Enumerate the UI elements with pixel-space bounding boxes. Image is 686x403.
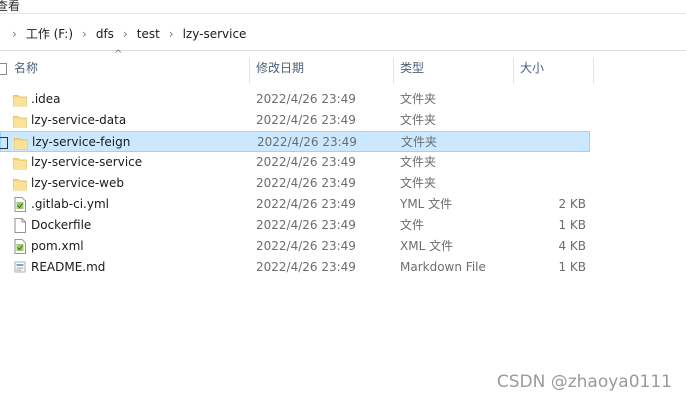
- column-header-row: ^ 名称 修改日期 类型 大小: [0, 49, 686, 85]
- file-size: 4 KB: [558, 239, 586, 253]
- ribbon-tab-fragment[interactable]: 查看: [0, 0, 20, 14]
- file-modified: 2022/4/26 23:49: [256, 197, 356, 211]
- file-row[interactable]: lzy-service-data 2022/4/26 23:49 文件夹: [0, 110, 590, 131]
- file-type: 文件夹: [401, 135, 438, 149]
- folder-icon: [13, 113, 27, 128]
- file-row[interactable]: pom.xml 2022/4/26 23:49 XML 文件 4 KB: [0, 236, 590, 257]
- generic-file-icon: [13, 218, 27, 233]
- file-modified: 2022/4/26 23:49: [256, 155, 356, 169]
- column-divider[interactable]: [593, 58, 594, 84]
- file-modified: 2022/4/26 23:49: [257, 135, 357, 149]
- column-divider[interactable]: [513, 58, 514, 84]
- file-row[interactable]: lzy-service-web 2022/4/26 23:49 文件夹: [0, 173, 590, 194]
- file-row[interactable]: .idea 2022/4/26 23:49 文件夹: [0, 89, 590, 110]
- file-type: 文件夹: [400, 113, 437, 127]
- file-type: Markdown File: [400, 260, 486, 274]
- file-modified: 2022/4/26 23:49: [256, 218, 356, 232]
- file-row[interactable]: lzy-service-service 2022/4/26 23:49 文件夹: [0, 152, 590, 173]
- breadcrumb-lzy-service[interactable]: lzy-service: [183, 27, 247, 41]
- address-bar[interactable]: i › 工作 (F:) › dfs › test › lzy-service: [0, 14, 686, 51]
- file-name: README.md: [31, 260, 106, 274]
- markdown-file-icon: [13, 260, 27, 275]
- ribbon-strip: 查看: [0, 0, 686, 14]
- breadcrumb: › 工作 (F:) › dfs › test › lzy-service: [12, 25, 246, 42]
- file-name: lzy-service-feign: [32, 135, 131, 149]
- breadcrumb-drive[interactable]: 工作 (F:): [26, 25, 73, 42]
- select-all-checkbox[interactable]: [0, 63, 7, 75]
- file-name: pom.xml: [31, 239, 84, 253]
- file-name: lzy-service-service: [31, 155, 143, 169]
- chevron-right-icon[interactable]: ›: [82, 27, 87, 41]
- file-name: lzy-service-data: [31, 113, 127, 127]
- file-type: 文件夹: [400, 92, 437, 106]
- file-modified: 2022/4/26 23:49: [256, 239, 356, 253]
- chevron-right-icon[interactable]: ›: [123, 27, 128, 41]
- file-modified: 2022/4/26 23:49: [256, 176, 356, 190]
- file-size: 1 KB: [558, 260, 586, 274]
- file-name: .gitlab-ci.yml: [31, 197, 109, 211]
- file-type: XML 文件: [400, 239, 454, 253]
- breadcrumb-dfs[interactable]: dfs: [96, 27, 114, 41]
- column-header-modified[interactable]: 修改日期: [256, 51, 304, 85]
- file-row[interactable]: lzy-service-feign 2022/4/26 23:49 文件夹: [0, 131, 590, 152]
- column-header-type[interactable]: 类型: [400, 51, 424, 85]
- column-header-name[interactable]: 名称: [14, 51, 38, 85]
- file-row[interactable]: .gitlab-ci.yml 2022/4/26 23:49 YML 文件 2 KB: [0, 194, 590, 215]
- column-divider[interactable]: [393, 58, 394, 84]
- column-divider[interactable]: [249, 58, 250, 84]
- file-row[interactable]: Dockerfile 2022/4/26 23:49 文件 1 KB: [0, 215, 590, 236]
- xml-file-icon: [13, 239, 27, 254]
- folder-icon: [13, 92, 27, 107]
- watermark: CSDN @zhaoya0111: [496, 372, 672, 392]
- file-type: 文件: [400, 218, 425, 232]
- folder-icon: [13, 176, 27, 191]
- file-size: 1 KB: [558, 218, 586, 232]
- file-type: YML 文件: [400, 197, 453, 211]
- row-checkbox[interactable]: [0, 137, 8, 149]
- file-type: 文件夹: [400, 176, 437, 190]
- yml-file-icon: [13, 197, 27, 212]
- column-header-size[interactable]: 大小: [520, 51, 544, 85]
- file-type: 文件夹: [400, 155, 437, 169]
- chevron-right-icon[interactable]: ›: [12, 27, 17, 41]
- file-name: .idea: [31, 92, 61, 106]
- file-name: Dockerfile: [31, 218, 92, 232]
- folder-icon: [14, 135, 28, 150]
- file-modified: 2022/4/26 23:49: [256, 113, 356, 127]
- folder-icon: [13, 155, 27, 170]
- sort-ascending-icon: ^: [114, 49, 123, 60]
- breadcrumb-test[interactable]: test: [137, 27, 160, 41]
- chevron-right-icon[interactable]: ›: [169, 27, 174, 41]
- file-name: lzy-service-web: [31, 176, 124, 190]
- file-size: 2 KB: [558, 197, 586, 211]
- file-row[interactable]: README.md 2022/4/26 23:49 Markdown File 1 K…: [0, 257, 590, 278]
- file-modified: 2022/4/26 23:49: [256, 92, 356, 106]
- file-modified: 2022/4/26 23:49: [256, 260, 356, 274]
